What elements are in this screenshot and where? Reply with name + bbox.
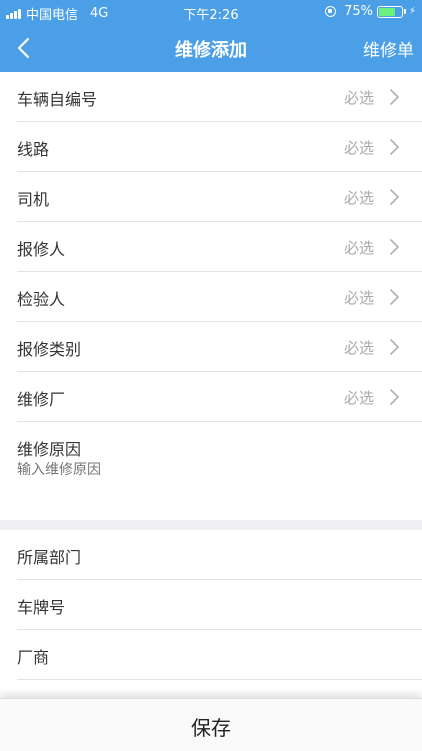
select-row[interactable]: 维修厂 必选 [17, 372, 422, 422]
select-rows: 车辆自编号 必选 线路 必选 司机 必选 报修人 必选 检验人 必选 报修类别 必选 维修厂 必选 [0, 72, 422, 422]
select-row[interactable]: 报修人 必选 [17, 222, 422, 272]
battery-fill [378, 7, 396, 16]
info-row: 所属部门 [17, 530, 422, 580]
charging-icon: ⚡ [408, 6, 416, 17]
select-row[interactable]: 报修类别 必选 [17, 322, 422, 372]
chevron-right-icon [390, 389, 399, 405]
page-title: 维修添加 [175, 40, 247, 61]
chevron-right-icon [390, 189, 399, 205]
save-bar: 保存 [0, 698, 422, 751]
select-row-label: 车辆自编号 [17, 90, 98, 109]
required-hint: 必选 [343, 139, 374, 157]
chevron-right-icon [390, 339, 399, 355]
chevron-right-icon [390, 289, 399, 305]
save-button[interactable]: 保存 [0, 712, 422, 741]
select-row[interactable]: 检验人 必选 [17, 272, 422, 322]
info-row: 车牌号 [17, 580, 422, 630]
repair-form: 车辆自编号 必选 线路 必选 司机 必选 报修人 必选 检验人 必选 报修类别 必选 维修厂 必选 维修原… [0, 72, 422, 730]
required-hint: 必选 [343, 189, 374, 207]
select-row-label: 线路 [17, 140, 50, 159]
info-row-label: 所属部门 [17, 548, 82, 567]
info-row-label: 厂商 [17, 648, 50, 667]
required-hint: 必选 [343, 339, 374, 357]
battery-tip [403, 9, 406, 14]
nav-bar: 维修添加 维修单 [0, 24, 422, 72]
info-row: 厂商 [17, 630, 422, 680]
required-hint: 必选 [343, 239, 374, 257]
repair-list-link[interactable]: 维修单 [363, 36, 414, 61]
chevron-right-icon [390, 89, 399, 105]
info-row-label: 车牌号 [17, 598, 66, 617]
orientation-lock-icon [325, 6, 337, 17]
required-hint: 必选 [343, 389, 374, 407]
chevron-right-icon [390, 239, 399, 255]
battery-icon [376, 5, 403, 18]
status-bar: 中国电信 4G 下午2:26 75% ⚡ [0, 0, 422, 24]
select-row[interactable]: 司机 必选 [17, 172, 422, 222]
status-right: 75% ⚡ [325, 4, 416, 19]
repair-reason-input[interactable] [17, 460, 397, 480]
required-hint: 必选 [343, 289, 374, 307]
repair-reason-label: 维修原因 [17, 440, 82, 459]
select-row-label: 报修类别 [17, 340, 82, 359]
select-row[interactable]: 车辆自编号 必选 [17, 72, 422, 122]
select-row[interactable]: 线路 必选 [17, 122, 422, 172]
chevron-right-icon [390, 139, 399, 155]
select-row-label: 维修厂 [17, 390, 66, 409]
select-row-label: 报修人 [17, 240, 66, 259]
select-row-label: 检验人 [17, 290, 66, 309]
battery-percent: 75% [344, 4, 373, 19]
required-hint: 必选 [343, 89, 374, 107]
section-divider [0, 520, 422, 530]
repair-reason-row: 维修原因 [17, 422, 422, 520]
select-row-label: 司机 [17, 190, 50, 209]
